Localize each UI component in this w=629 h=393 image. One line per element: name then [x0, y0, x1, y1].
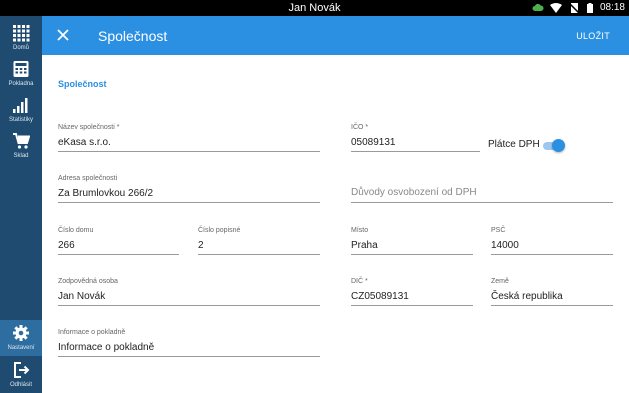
zip-field[interactable]: PSČ 14000 — [491, 227, 613, 257]
house-number-value: 266 — [58, 240, 75, 251]
sidebar-item-odhlasit[interactable]: Odhlásit — [0, 357, 42, 393]
address-field[interactable]: Adresa společnosti Za Brumlovkou 266/2 — [58, 175, 320, 205]
descriptive-number-value: 2 — [198, 240, 204, 251]
page-title: Společnost — [98, 28, 168, 44]
ico-label: IČO * — [351, 124, 369, 131]
status-bar-icons: 08:18 — [532, 2, 625, 13]
zip-value: 14000 — [491, 240, 519, 251]
field-underline — [491, 254, 613, 255]
country-value: Česká republika — [491, 291, 563, 302]
field-underline — [58, 151, 320, 152]
company-name-value: eKasa s.r.o. — [58, 137, 111, 148]
field-underline — [351, 151, 480, 152]
app-bar: Společnost ULOŽIT — [42, 16, 629, 55]
wifi-icon — [549, 2, 562, 13]
zip-label: PSČ — [491, 227, 506, 234]
descriptive-number-field[interactable]: Číslo popisné 2 — [198, 227, 320, 257]
vat-payer-label: Plátce DPH — [488, 139, 540, 150]
field-underline — [198, 254, 320, 255]
dic-value: CZ05089131 — [351, 291, 409, 302]
dic-label: DIČ * — [351, 278, 368, 285]
sidebar: Domů Pokladna Statistiky Sklad Nastavení… — [0, 16, 42, 393]
company-name-field[interactable]: Název společnosti * eKasa s.r.o. — [58, 124, 320, 154]
battery-icon — [586, 2, 593, 13]
dic-field[interactable]: DIČ * CZ05089131 — [351, 278, 473, 308]
country-field[interactable]: Země Česká republika — [491, 278, 613, 308]
field-underline — [58, 305, 320, 306]
register-info-value: Informace o pokladně — [58, 342, 155, 353]
save-button[interactable]: ULOŽIT — [576, 31, 610, 41]
status-bar-time: 08:18 — [599, 2, 625, 13]
country-label: Země — [491, 278, 509, 285]
descriptive-number-label: Číslo popisné — [198, 227, 241, 234]
responsible-person-value: Jan Novák — [58, 291, 106, 302]
field-underline — [351, 305, 473, 306]
grid-icon — [13, 25, 30, 42]
bar-chart-icon — [13, 98, 28, 113]
sidebar-item-home[interactable]: Domů — [0, 20, 42, 56]
sidebar-item-sklad[interactable]: Sklad — [0, 128, 42, 164]
address-value: Za Brumlovkou 266/2 — [58, 188, 154, 199]
ico-field[interactable]: IČO * 05089131 — [351, 124, 480, 154]
sidebar-item-nastaveni[interactable]: Nastavení — [0, 320, 42, 356]
toggle-thumb — [552, 139, 565, 152]
city-value: Praha — [351, 240, 378, 251]
field-underline — [491, 305, 613, 306]
company-name-label: Název společnosti * — [58, 124, 120, 131]
responsible-person-label: Zodpovědná osoba — [58, 278, 118, 285]
vat-payer-toggle[interactable] — [541, 139, 565, 152]
vat-exempt-reason-field[interactable]: Důvody osvobození od DPH — [351, 175, 613, 205]
city-label: Místo — [351, 227, 369, 234]
house-number-label: Číslo domu — [58, 227, 94, 234]
ico-value: 05089131 — [351, 137, 396, 148]
sidebar-item-statistiky[interactable]: Statistiky — [0, 92, 42, 128]
house-number-field[interactable]: Číslo domu 266 — [58, 227, 179, 257]
sidebar-item-label: Odhlásit — [9, 382, 32, 388]
sidebar-item-pokladna[interactable]: Pokladna — [0, 56, 42, 92]
sidebar-item-label: Nastavení — [7, 345, 35, 351]
cart-icon — [13, 133, 30, 149]
calculator-icon — [13, 61, 29, 77]
responsible-person-field[interactable]: Zodpovědná osoba Jan Novák — [58, 278, 320, 308]
sidebar-item-label: Statistiky — [8, 117, 33, 123]
section-title: Společnost — [58, 79, 107, 89]
register-info-field[interactable]: Informace o pokladně Informace o pokladn… — [58, 329, 320, 359]
field-underline — [58, 202, 320, 203]
vat-exempt-reason-placeholder: Důvody osvobození od DPH — [351, 187, 477, 198]
field-underline — [58, 356, 320, 357]
gear-icon — [13, 325, 29, 341]
sidebar-item-label: Domů — [12, 45, 29, 51]
logout-icon — [14, 362, 30, 378]
city-field[interactable]: Místo Praha — [351, 227, 473, 257]
status-bar: Jan Novák 08:18 — [0, 0, 629, 16]
field-underline — [351, 202, 613, 203]
no-sim-icon — [568, 2, 580, 13]
address-label: Adresa společnosti — [58, 175, 118, 182]
register-info-label: Informace o pokladně — [58, 329, 126, 336]
field-underline — [58, 254, 179, 255]
field-underline — [351, 254, 473, 255]
sidebar-item-label: Sklad — [13, 153, 29, 159]
close-icon[interactable] — [55, 27, 71, 43]
cloud-icon — [532, 3, 544, 11]
sidebar-item-label: Pokladna — [8, 81, 34, 87]
